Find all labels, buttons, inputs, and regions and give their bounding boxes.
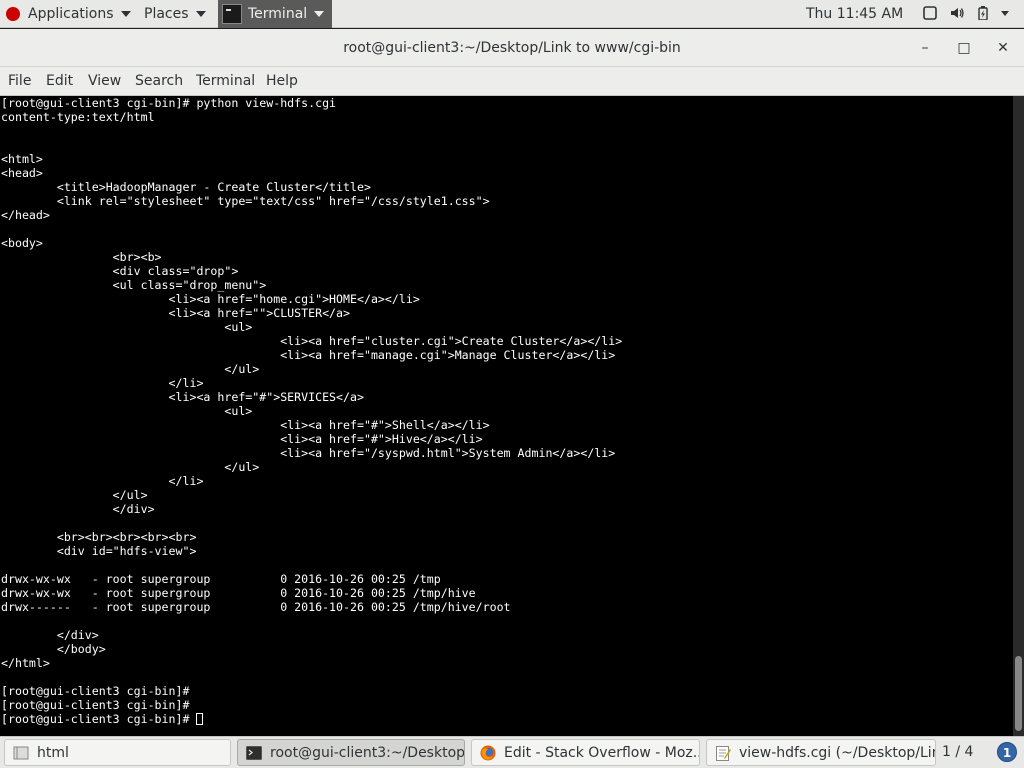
terminal-scrollbar[interactable]	[1013, 96, 1024, 736]
chevron-down-icon	[195, 11, 206, 17]
minimize-button[interactable]: –	[915, 38, 935, 58]
task-label: Edit - Stack Overflow - Moz...	[504, 745, 700, 761]
menubar: File Edit View Search Terminal Help	[0, 67, 1024, 96]
menu-help[interactable]: Help	[266, 67, 298, 96]
firefox-icon	[480, 745, 496, 761]
clock-label: Thu 11:45 AM	[806, 6, 904, 22]
top-panel: Applications Places Terminal Thu 11:45 A…	[0, 0, 1024, 28]
terminal-text: [root@gui-client3 cgi-bin]# python view-…	[1, 96, 623, 712]
display-icon[interactable]	[923, 6, 937, 20]
terminal-area[interactable]: [root@gui-client3 cgi-bin]# python view-…	[0, 96, 1013, 736]
scrollbar-thumb[interactable]	[1015, 656, 1022, 731]
clock[interactable]: Thu 11:45 AM	[806, 0, 903, 28]
terminal-app-menu[interactable]: Terminal	[218, 0, 333, 28]
applications-label: Applications	[28, 6, 114, 22]
battery-icon[interactable]	[978, 6, 988, 20]
task-label: root@gui-client3:~/Desktop...	[270, 745, 465, 761]
menu-edit[interactable]: Edit	[46, 67, 73, 96]
redhat-logo-icon	[6, 7, 20, 21]
window-title: root@gui-client3:~/Desktop/Link to www/c…	[343, 40, 681, 56]
menu-view[interactable]: View	[88, 67, 121, 96]
task-terminal[interactable]: root@gui-client3:~/Desktop...	[237, 739, 465, 766]
chevron-down-icon	[120, 11, 131, 17]
task-text-editor[interactable]: view-hdfs.cgi (~/Desktop/Lin...	[706, 739, 936, 766]
terminal-icon	[222, 4, 242, 24]
places-menu[interactable]: Places	[144, 0, 206, 28]
terminal-icon	[246, 746, 262, 760]
chevron-down-icon	[314, 11, 325, 17]
task-firefox[interactable]: Edit - Stack Overflow - Moz...	[471, 739, 700, 766]
workspace-indicator[interactable]: 1 / 4	[942, 737, 973, 768]
terminal-prompt: [root@gui-client3 cgi-bin]#	[1, 712, 197, 726]
applications-menu[interactable]: Applications	[6, 0, 131, 28]
system-menu-icon[interactable]	[1000, 6, 1010, 20]
task-label: html	[37, 745, 69, 761]
close-button[interactable]: ✕	[993, 38, 1013, 58]
notification-badge[interactable]: 1	[997, 742, 1017, 762]
task-html-folder[interactable]: html	[4, 739, 231, 766]
folder-icon	[13, 746, 29, 760]
maximize-button[interactable]: □	[954, 38, 974, 58]
menu-search[interactable]: Search	[135, 67, 183, 96]
task-label: view-hdfs.cgi (~/Desktop/Lin...	[739, 745, 936, 761]
text-cursor	[196, 713, 204, 725]
menu-file[interactable]: File	[8, 67, 31, 96]
volume-icon[interactable]	[950, 6, 964, 20]
taskbar: html root@gui-client3:~/Desktop... Edit …	[0, 736, 1024, 768]
text-editor-icon	[716, 746, 731, 761]
terminal-output[interactable]: [root@gui-client3 cgi-bin]# python view-…	[1, 96, 622, 726]
terminal-app-label: Terminal	[248, 6, 308, 22]
places-label: Places	[144, 6, 189, 22]
window-titlebar[interactable]: root@gui-client3:~/Desktop/Link to www/c…	[0, 29, 1024, 67]
menu-terminal[interactable]: Terminal	[196, 67, 255, 96]
